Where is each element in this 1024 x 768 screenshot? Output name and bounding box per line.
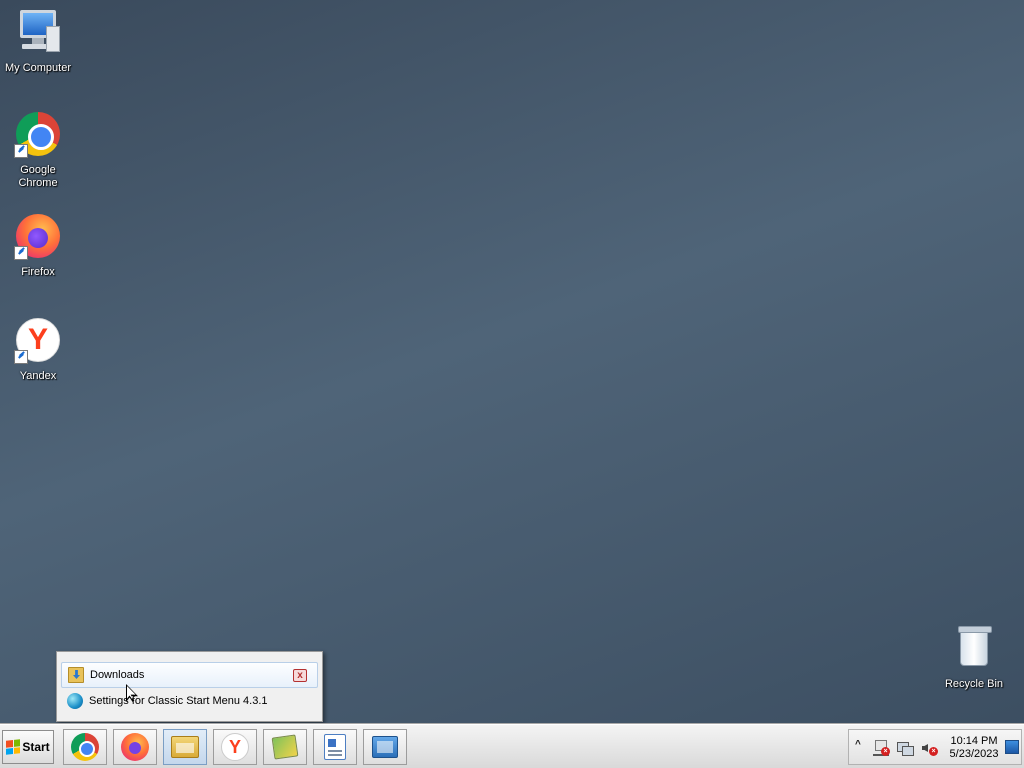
error-badge-icon: × <box>881 747 890 756</box>
folder-icon <box>171 736 199 758</box>
taskbar-button-yandex[interactable]: Y <box>213 729 257 765</box>
desktop: My Computer Google Chrome Firefox Y Yand… <box>0 0 1024 724</box>
popup-item-label: Settings for Classic Start Menu 4.3.1 <box>89 695 268 707</box>
muted-badge-icon: × <box>929 747 938 756</box>
show-hidden-icons-chevron-icon[interactable]: ^ <box>855 739 861 750</box>
desktop-icon-my-computer[interactable]: My Computer <box>0 8 76 104</box>
taskbar: Start Y ^ × × 10:14 PM 5/23/2023 <box>0 724 1024 768</box>
remove-item-close-icon[interactable]: x <box>293 669 307 682</box>
wordpad-icon <box>324 734 346 760</box>
clock[interactable]: 10:14 PM 5/23/2023 <box>945 735 1003 761</box>
desktop-icon-label: Recycle Bin <box>945 678 1003 691</box>
firefox-icon <box>121 733 149 761</box>
windows-logo-icon <box>6 739 20 754</box>
desktop-icon-firefox[interactable]: Firefox <box>0 212 76 308</box>
popup-item-downloads[interactable]: Downloads x <box>61 662 318 688</box>
clock-date: 5/23/2023 <box>945 748 1003 761</box>
shortcut-arrow-icon <box>14 144 28 158</box>
shortcut-arrow-icon <box>14 246 28 260</box>
settings-globe-icon <box>67 693 83 709</box>
taskbar-button-photo-gallery[interactable] <box>263 729 307 765</box>
taskbar-button-control-panel[interactable] <box>363 729 407 765</box>
start-button[interactable]: Start <box>2 730 54 764</box>
popup-item-label: Downloads <box>90 669 144 681</box>
clock-time: 10:14 PM <box>945 735 1003 748</box>
my-computer-icon <box>14 8 62 56</box>
start-label: Start <box>22 740 49 754</box>
yandex-icon: Y <box>221 733 249 761</box>
popup-item-settings[interactable]: Settings for Classic Start Menu 4.3.1 <box>61 688 318 714</box>
desktop-icon-label: Firefox <box>21 266 55 279</box>
downloads-folder-icon <box>68 667 84 683</box>
firefox-icon <box>14 212 62 260</box>
taskbar-button-file-explorer[interactable] <box>163 729 207 765</box>
desktop-icon-recycle-bin[interactable]: Recycle Bin <box>936 624 1012 720</box>
taskbar-button-chrome[interactable] <box>63 729 107 765</box>
show-desktop-button[interactable] <box>1005 740 1019 754</box>
chrome-icon <box>14 110 62 158</box>
chrome-icon <box>71 733 99 761</box>
yandex-icon: Y <box>14 316 62 364</box>
desktop-icon-yandex[interactable]: Y Yandex <box>0 316 76 412</box>
jump-list-popup: Downloads x Settings for Classic Start M… <box>56 651 323 722</box>
shortcut-arrow-icon <box>14 350 28 364</box>
recycle-bin-icon <box>950 624 998 672</box>
taskbar-button-firefox[interactable] <box>113 729 157 765</box>
control-panel-icon <box>372 736 398 758</box>
desktop-icon-label: My Computer <box>5 62 71 75</box>
system-tray: ^ × × 10:14 PM 5/23/2023 <box>848 729 1022 765</box>
action-center-flag-icon[interactable]: × <box>873 740 889 756</box>
volume-icon[interactable]: × <box>921 740 937 756</box>
desktop-icon-label: Google Chrome <box>0 164 76 190</box>
desktop-icon-label: Yandex <box>20 370 57 383</box>
gallery-icon <box>272 734 299 759</box>
network-icon[interactable] <box>897 740 913 756</box>
desktop-icon-google-chrome[interactable]: Google Chrome <box>0 110 76 206</box>
taskbar-button-wordpad[interactable] <box>313 729 357 765</box>
